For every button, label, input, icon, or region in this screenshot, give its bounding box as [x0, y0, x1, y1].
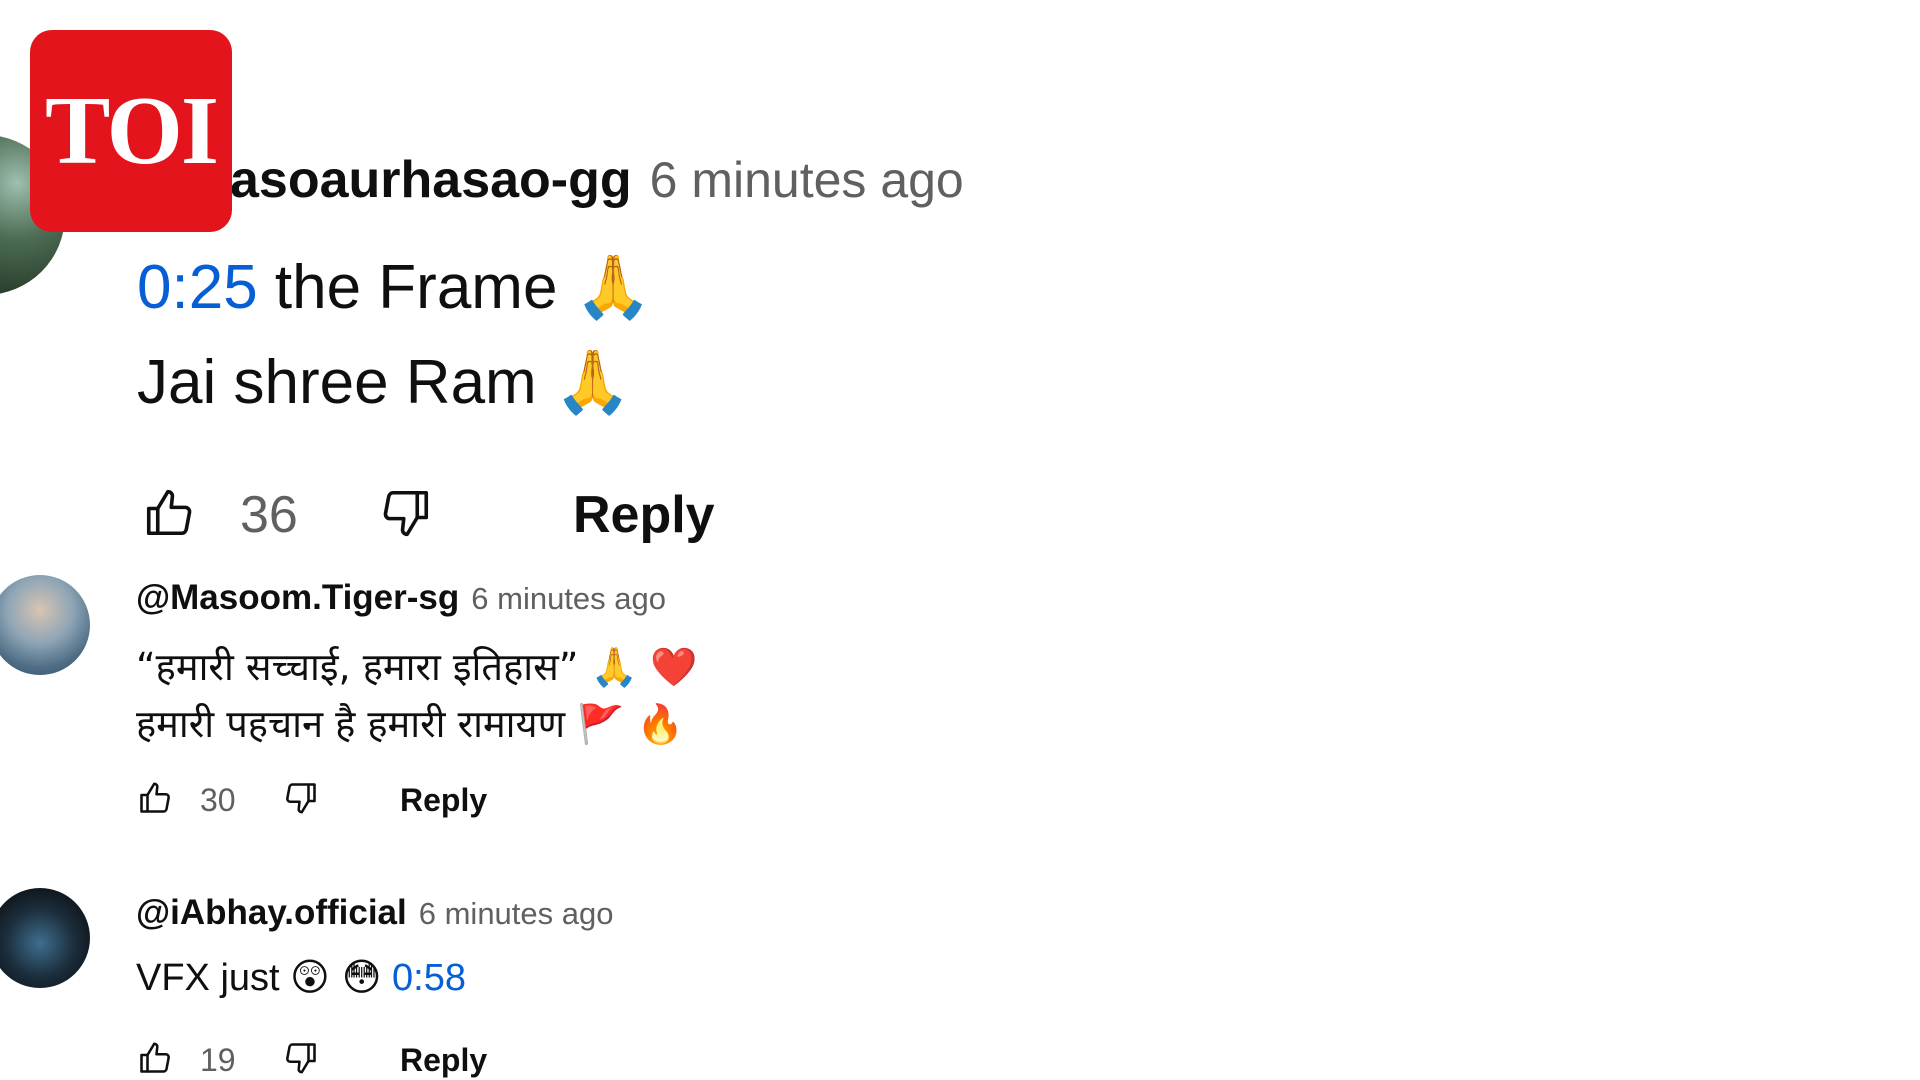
comment-actions: 36 Reply — [140, 485, 715, 545]
reply-button[interactable]: Reply — [400, 1042, 487, 1079]
like-count: 19 — [200, 1042, 236, 1078]
timestamp-link[interactable]: 0:58 — [392, 957, 466, 999]
comment-text: the Frame — [257, 253, 575, 322]
comments-screen: TOI asoaurhasao-gg 6 minutes ago 0:25 the… — [0, 0, 1920, 1080]
avatar[interactable] — [0, 888, 90, 988]
dislike-icon[interactable] — [377, 486, 435, 545]
reply-button[interactable]: Reply — [573, 485, 715, 545]
comment-text: VFX just — [136, 957, 291, 999]
comment-actions: 19 Reply — [136, 1040, 487, 1080]
comment-time[interactable]: 6 minutes ago — [650, 152, 964, 208]
comment-header: @iAbhay.official 6 minutes ago — [136, 893, 613, 933]
flag-fire-emoji: 🚩 🔥 — [577, 702, 684, 746]
comment-time[interactable]: 6 minutes ago — [471, 581, 666, 616]
comment-text: “हमारी सच्चाई, हमारा इतिहास” — [136, 645, 591, 689]
folded-hands-emoji: 🙏 — [574, 250, 652, 323]
toi-logo-text: TOI — [45, 77, 219, 185]
toi-logo: TOI — [30, 30, 232, 232]
like-icon[interactable] — [136, 1040, 174, 1080]
comment-text: हमारी पहचान है हमारी रामायण — [136, 702, 578, 746]
comment-time[interactable]: 6 minutes ago — [419, 896, 614, 931]
like-icon[interactable] — [140, 486, 198, 545]
comment-author[interactable]: @Masoom.Tiger-sg — [136, 578, 459, 617]
dislike-icon[interactable] — [282, 1040, 320, 1080]
like-count: 36 — [240, 486, 298, 544]
comment-text-line: “हमारी सच्चाई, हमारा इतिहास” 🙏 ❤️ — [136, 640, 697, 692]
comment-text-line: VFX just 😲 😳 0:58 — [136, 955, 466, 1000]
timestamp-link[interactable]: 0:25 — [137, 253, 258, 322]
comment-text-line: Jai shree Ram 🙏 — [137, 345, 631, 419]
comment-text-line: हमारी पहचान है हमारी रामायण 🚩 🔥 — [136, 697, 684, 749]
comment-author[interactable]: asoaurhasao-gg — [230, 151, 632, 209]
like-count: 30 — [200, 782, 236, 818]
folded-hands-emoji: 🙏 — [553, 345, 632, 418]
comment-header: @Masoom.Tiger-sg 6 minutes ago — [136, 578, 666, 618]
surprised-emoji: 😲 😳 — [290, 955, 382, 999]
dislike-icon[interactable] — [282, 780, 320, 821]
comment-text-line: 0:25 the Frame 🙏 — [137, 250, 652, 324]
comment-author[interactable]: @iAbhay.official — [136, 893, 407, 932]
avatar[interactable] — [0, 575, 90, 675]
comment-text: Jai shree Ram — [137, 348, 554, 417]
reply-button[interactable]: Reply — [400, 782, 487, 819]
comment-header: asoaurhasao-gg 6 minutes ago — [230, 150, 964, 210]
comment-actions: 30 Reply — [136, 780, 487, 821]
hands-heart-emoji: 🙏 ❤️ — [590, 645, 698, 689]
like-icon[interactable] — [136, 780, 174, 821]
